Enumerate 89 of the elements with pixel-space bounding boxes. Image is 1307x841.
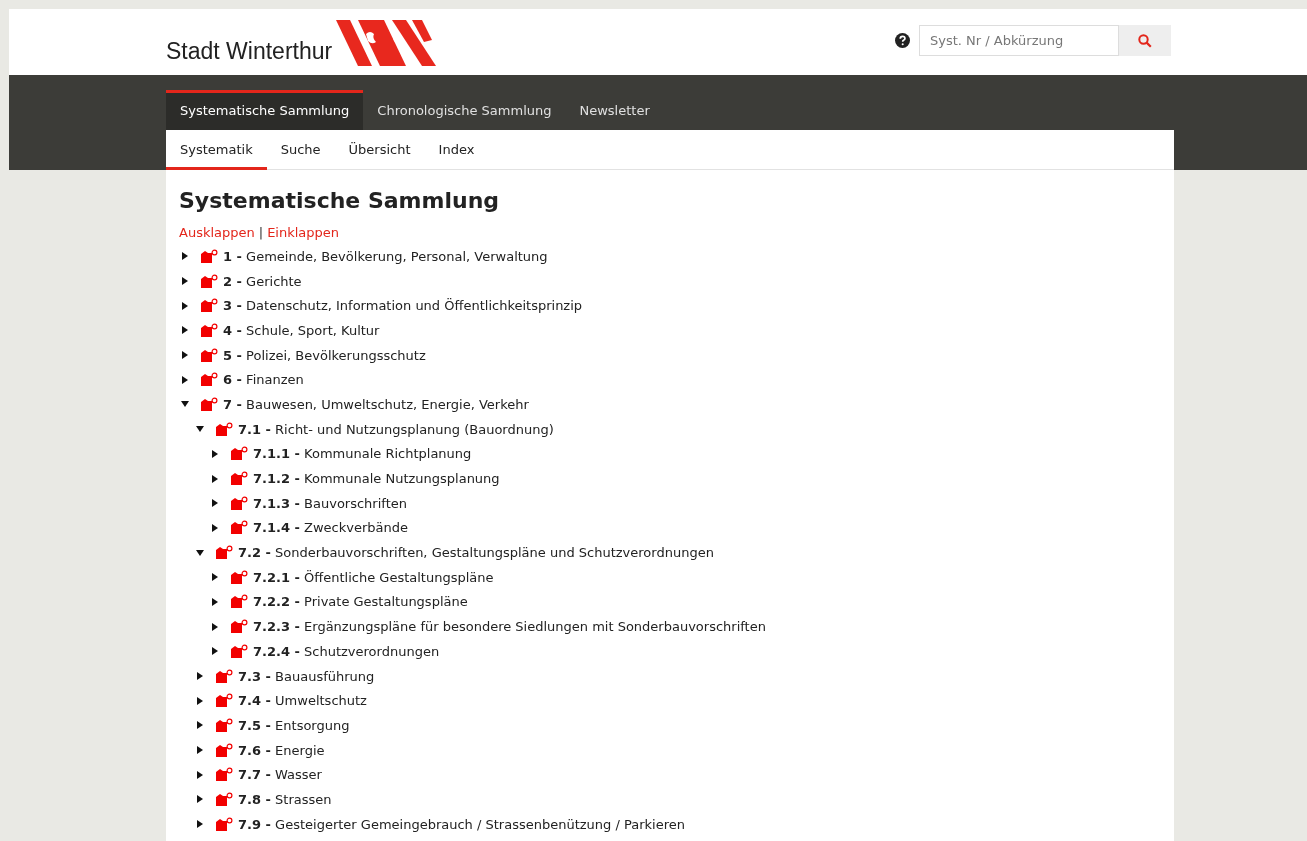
folder-icon	[231, 471, 248, 487]
folder-icon	[201, 298, 218, 314]
expand-icon[interactable]	[181, 351, 189, 360]
subnav-tab[interactable]: Systematik	[166, 130, 267, 170]
folder-icon	[216, 545, 233, 561]
tree-item-link[interactable]: 4 - Schule, Sport, Kultur	[223, 322, 380, 338]
folder-icon	[201, 396, 218, 412]
tree-item-link[interactable]: 7.2 - Sonderbauvorschriften, Gestaltungspläne und Schutzverordnungen	[238, 545, 714, 561]
expand-icon[interactable]	[196, 696, 204, 705]
expand-icon[interactable]	[181, 252, 189, 261]
collapse-icon[interactable]	[196, 548, 204, 557]
tree-item-link[interactable]: 7.1.3 - Bauvorschriften	[253, 495, 407, 511]
separator: |	[258, 225, 264, 240]
tree-item-link[interactable]: 7.2.3 - Ergänzungspläne für besondere Siedlungen mit Sonderbauvorschriften	[253, 619, 766, 635]
tree-item-link[interactable]: 7.1.4 - Zweckverbände	[253, 520, 409, 536]
expand-icon[interactable]	[211, 647, 219, 656]
folder-icon	[231, 569, 248, 585]
tree-item-link[interactable]: 7.9 - Gesteigerter Gemeingebrauch / Strassenbenützung / Parkieren	[238, 816, 685, 832]
folder-icon	[216, 767, 233, 783]
expand-icon[interactable]	[196, 721, 204, 730]
tree-action-link[interactable]: Einklappen	[267, 225, 340, 240]
page-title: Systematische Sammlung	[179, 188, 501, 213]
folder-icon	[231, 495, 248, 511]
expand-icon[interactable]	[181, 301, 189, 310]
tree-item-link[interactable]: 7.1.2 - Kommunale Nutzungsplanung	[253, 471, 500, 487]
folder-icon	[231, 520, 248, 536]
folder-icon	[231, 594, 248, 610]
tree-item-link[interactable]: 5 - Polizei, Bevölkerungsschutz	[223, 347, 426, 363]
subnav-tab[interactable]: Index	[424, 130, 489, 170]
folder-icon	[201, 372, 218, 388]
tree-item-link[interactable]: 7.6 - Energie	[238, 742, 325, 758]
tree-item-link[interactable]: 6 - Finanzen	[223, 372, 304, 388]
tree-item-link[interactable]: 7.5 - Entsorgung	[238, 717, 350, 733]
folder-icon	[216, 717, 233, 733]
search-button[interactable]	[1119, 25, 1171, 56]
folder-icon	[201, 347, 218, 363]
expand-icon[interactable]	[181, 277, 189, 286]
collapse-icon[interactable]	[181, 400, 189, 409]
expand-icon[interactable]	[211, 622, 219, 631]
nav-tab[interactable]: Chronologische Sammlung	[363, 90, 566, 130]
tree-action-link[interactable]: Ausklappen	[179, 225, 255, 240]
tree-item-link[interactable]: 7.4 - Umweltschutz	[238, 693, 367, 709]
tree-item-link[interactable]: 7.2.1 - Öffentliche Gestaltungspläne	[253, 569, 494, 585]
folder-icon	[231, 446, 248, 462]
folder-icon	[216, 791, 233, 807]
tree-item-link[interactable]: 7.1.1 - Kommunale Richtplanung	[253, 446, 472, 462]
expand-icon[interactable]	[181, 326, 189, 335]
folder-icon	[216, 742, 233, 758]
folder-icon	[201, 248, 218, 264]
tree-item-link[interactable]: 7.3 - Bauausführung	[238, 668, 375, 684]
tree-item-link[interactable]: 7.2.2 - Private Gestaltungspläne	[253, 594, 468, 610]
tree-item-link[interactable]: 3 - Datenschutz, Information und Öffentlichkeitsprinzip	[223, 298, 583, 314]
folder-icon	[231, 643, 248, 659]
folder-icon	[216, 421, 233, 437]
nav-tab[interactable]: Systematische Sammlung	[166, 90, 364, 130]
nav-tab[interactable]: Newsletter	[565, 90, 664, 130]
collapse-icon[interactable]	[196, 425, 204, 434]
expand-icon[interactable]	[196, 746, 204, 755]
expand-icon[interactable]	[211, 474, 219, 483]
expand-icon[interactable]	[196, 795, 204, 804]
subnav-tab[interactable]: Übersicht	[334, 130, 425, 170]
help-icon[interactable]	[895, 33, 910, 48]
folder-icon	[201, 273, 218, 289]
tree-item-link[interactable]: 7.8 - Strassen	[238, 791, 332, 807]
expand-icon[interactable]	[181, 375, 189, 384]
folder-icon	[216, 693, 233, 709]
folder-icon	[216, 668, 233, 684]
tree-item-link[interactable]: 7.7 - Wasser	[238, 767, 322, 783]
tree-item-link[interactable]: 1 - Gemeinde, Bevölkerung, Personal, Verwaltung	[223, 248, 548, 264]
tree-item-link[interactable]: 2 - Gerichte	[223, 273, 302, 289]
folder-icon	[216, 816, 233, 832]
site-name: Stadt Winterthur	[166, 40, 333, 63]
expand-icon[interactable]	[196, 820, 204, 829]
tree-item-link[interactable]: 7.1 - Richt- und Nutzungsplanung (Bauordnung)	[238, 421, 554, 437]
logo-icon[interactable]	[336, 20, 437, 66]
expand-icon[interactable]	[211, 597, 219, 606]
search-icon	[1138, 33, 1152, 48]
tree-item-link[interactable]: 7.2.4 - Schutzverordnungen	[253, 643, 440, 659]
tree-item-link[interactable]: 7 - Bauwesen, Umweltschutz, Energie, Verkehr	[223, 396, 529, 412]
subnav-tab[interactable]: Suche	[266, 130, 335, 170]
expand-icon[interactable]	[211, 499, 219, 508]
search-field[interactable]: Syst. Nr / Abkürzung	[919, 25, 1119, 56]
folder-icon	[201, 322, 218, 338]
folder-icon	[231, 619, 248, 635]
expand-icon[interactable]	[196, 770, 204, 779]
expand-icon[interactable]	[196, 672, 204, 681]
expand-icon[interactable]	[211, 573, 219, 582]
expand-icon[interactable]	[211, 449, 219, 458]
expand-icon[interactable]	[211, 523, 219, 532]
